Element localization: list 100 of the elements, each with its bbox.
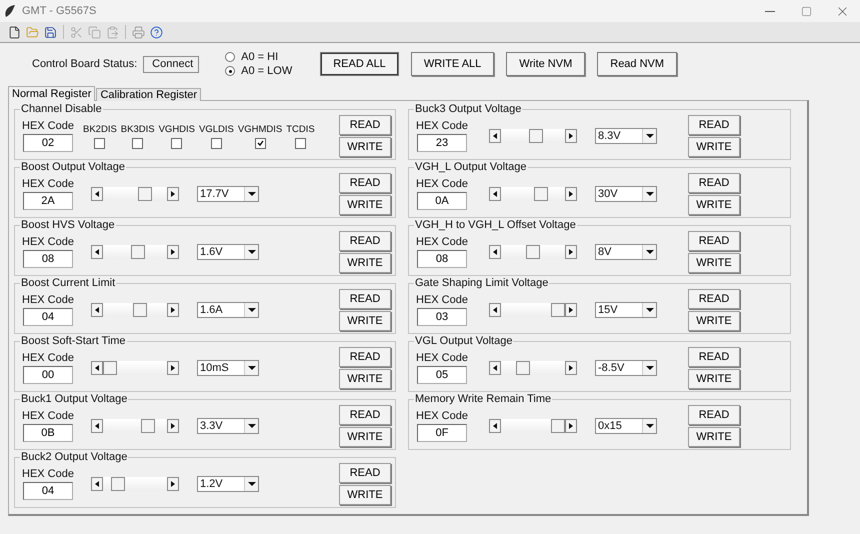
scroll-left-button[interactable] xyxy=(489,419,501,433)
tab[interactable]: Calibration Register xyxy=(96,88,202,101)
scroll-right-button[interactable] xyxy=(565,361,577,375)
value-dropdown[interactable]: 10mS xyxy=(197,360,259,376)
dropdown-button[interactable] xyxy=(642,419,656,433)
write-button[interactable]: WRITE xyxy=(688,253,740,273)
scroll-right-button[interactable] xyxy=(565,419,577,433)
scroll-left-button[interactable] xyxy=(489,245,501,259)
read-button[interactable]: READ xyxy=(339,231,391,251)
scroll-left-button[interactable] xyxy=(91,419,103,433)
hex-field[interactable]: 00 xyxy=(23,366,73,384)
read-button[interactable]: READ xyxy=(688,115,740,135)
checkbox[interactable] xyxy=(94,138,106,148)
write-button[interactable]: WRITE xyxy=(688,137,740,157)
action-button[interactable]: READ ALL xyxy=(320,52,399,76)
dropdown-button[interactable] xyxy=(642,303,656,317)
hex-field[interactable]: 04 xyxy=(23,308,73,326)
write-button[interactable]: WRITE xyxy=(688,195,740,215)
hex-field[interactable]: 08 xyxy=(417,250,467,268)
slider-thumb[interactable] xyxy=(103,361,117,375)
dropdown-button[interactable] xyxy=(244,187,258,201)
scroll-right-button[interactable] xyxy=(167,245,179,259)
action-button[interactable]: WRITE ALL xyxy=(410,52,494,76)
help-icon[interactable] xyxy=(148,24,165,40)
scroll-right-button[interactable] xyxy=(167,361,179,375)
read-button[interactable]: READ xyxy=(688,231,740,251)
scroll-right-button[interactable] xyxy=(565,303,577,317)
hex-field[interactable]: 02 xyxy=(23,134,73,152)
read-button[interactable]: READ xyxy=(339,347,391,367)
write-button[interactable]: WRITE xyxy=(339,253,391,273)
dropdown-button[interactable] xyxy=(642,245,656,259)
slider-thumb[interactable] xyxy=(130,245,144,259)
checkbox[interactable] xyxy=(294,138,306,148)
hex-field[interactable]: 2A xyxy=(23,192,73,210)
scroll-left-button[interactable] xyxy=(489,303,501,317)
write-button[interactable]: WRITE xyxy=(339,311,391,331)
write-button[interactable]: WRITE xyxy=(688,369,740,389)
read-button[interactable]: READ xyxy=(688,289,740,309)
scroll-right-button[interactable] xyxy=(167,419,179,433)
read-button[interactable]: READ xyxy=(688,347,740,367)
value-dropdown[interactable]: -8.5V xyxy=(595,360,657,376)
slider-thumb[interactable] xyxy=(551,419,565,433)
checkbox[interactable] xyxy=(171,138,182,148)
write-button[interactable]: WRITE xyxy=(339,427,391,447)
checkbox[interactable] xyxy=(132,138,144,148)
scroll-right-button[interactable] xyxy=(565,129,577,143)
read-button[interactable]: READ xyxy=(339,115,391,135)
slider-thumb[interactable] xyxy=(138,187,152,201)
dropdown-button[interactable] xyxy=(642,187,656,201)
hex-field[interactable]: 0F xyxy=(417,424,467,442)
read-button[interactable]: READ xyxy=(339,463,391,483)
radio-option[interactable]: A0 = HI xyxy=(225,51,292,63)
scroll-right-button[interactable] xyxy=(167,477,179,491)
write-button[interactable]: WRITE xyxy=(688,311,740,331)
value-dropdown[interactable]: 8V xyxy=(595,244,657,260)
read-button[interactable]: READ xyxy=(688,405,740,425)
radio-option[interactable]: A0 = LOW xyxy=(225,65,292,77)
value-dropdown[interactable]: 30V xyxy=(595,186,657,202)
hex-field[interactable]: 23 xyxy=(417,134,467,152)
action-button[interactable]: Write NVM xyxy=(506,52,586,76)
read-button[interactable]: READ xyxy=(339,405,391,425)
scroll-right-button[interactable] xyxy=(565,245,577,259)
scroll-right-button[interactable] xyxy=(167,303,179,317)
dropdown-button[interactable] xyxy=(244,245,258,259)
hex-field[interactable]: 04 xyxy=(23,482,73,500)
scroll-right-button[interactable] xyxy=(565,187,577,201)
hex-field[interactable]: 0A xyxy=(417,192,467,210)
slider-thumb[interactable] xyxy=(551,303,565,317)
hex-field[interactable]: 0B xyxy=(23,424,73,442)
action-button[interactable]: Read NVM xyxy=(597,52,678,76)
dropdown-button[interactable] xyxy=(642,361,656,375)
slider-thumb[interactable] xyxy=(133,303,147,317)
scroll-left-button[interactable] xyxy=(91,477,103,491)
value-dropdown[interactable]: 0x15 xyxy=(595,418,657,434)
checkbox[interactable] xyxy=(254,138,266,148)
scroll-left-button[interactable] xyxy=(91,245,103,259)
hex-field[interactable]: 08 xyxy=(23,250,73,268)
scroll-left-button[interactable] xyxy=(489,187,501,201)
read-button[interactable]: READ xyxy=(339,289,391,309)
scroll-left-button[interactable] xyxy=(489,129,501,143)
slider-thumb[interactable] xyxy=(526,245,540,259)
checkbox[interactable] xyxy=(210,138,222,148)
hex-field[interactable]: 05 xyxy=(417,366,467,384)
scroll-left-button[interactable] xyxy=(91,303,103,317)
value-dropdown[interactable]: 17.7V xyxy=(197,186,259,202)
write-button[interactable]: WRITE xyxy=(339,195,391,215)
tab[interactable]: Normal Register xyxy=(8,86,96,101)
write-button[interactable]: WRITE xyxy=(339,369,391,389)
read-button[interactable]: READ xyxy=(339,173,391,193)
slider-thumb[interactable] xyxy=(110,477,124,491)
dropdown-button[interactable] xyxy=(244,477,258,491)
slider-thumb[interactable] xyxy=(140,419,154,433)
dropdown-button[interactable] xyxy=(244,361,258,375)
write-button[interactable]: WRITE xyxy=(339,485,391,505)
value-dropdown[interactable]: 15V xyxy=(595,302,657,318)
dropdown-button[interactable] xyxy=(244,419,258,433)
read-button[interactable]: READ xyxy=(688,173,740,193)
slider-thumb[interactable] xyxy=(528,129,542,143)
value-dropdown[interactable]: 8.3V xyxy=(595,128,657,144)
slider-thumb[interactable] xyxy=(534,187,548,201)
